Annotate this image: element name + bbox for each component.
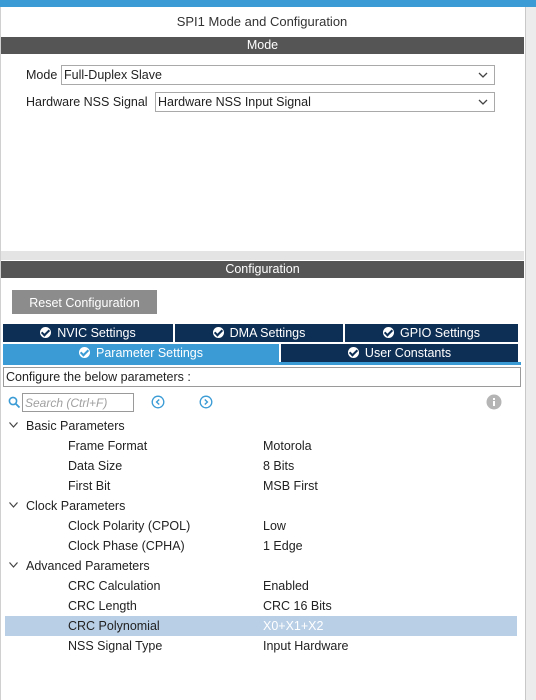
tab-label: NVIC Settings [57, 326, 136, 340]
param-name: CRC Length [68, 599, 137, 613]
group-basic-parameters[interactable]: Basic Parameters [5, 416, 517, 436]
group-clock-parameters[interactable]: Clock Parameters [5, 496, 517, 516]
param-row-crc-polynomial[interactable]: CRC Polynomial X0+X1+X2 [5, 616, 517, 636]
param-row-frame-format[interactable]: Frame Format Motorola [5, 436, 517, 456]
param-row-first-bit[interactable]: First Bit MSB First [5, 476, 517, 496]
chevron-down-icon [9, 562, 18, 568]
param-row-nss-signal-type[interactable]: NSS Signal Type Input Hardware [5, 636, 517, 656]
param-name: Data Size [68, 459, 123, 473]
param-value: Motorola [263, 439, 312, 453]
mode-select-value: Full-Duplex Slave [64, 68, 162, 82]
tab-dma-settings[interactable]: DMA Settings [175, 324, 345, 342]
tab-parameter-settings[interactable]: Parameter Settings [3, 344, 281, 362]
panel-title: SPI1 Mode and Configuration [176, 14, 348, 29]
tab-label: Parameter Settings [96, 346, 203, 360]
param-name: CRC Calculation [68, 579, 161, 593]
prev-circle-icon[interactable] [151, 395, 165, 409]
param-row-clock-phase[interactable]: Clock Phase (CPHA) 1 Edge [5, 536, 517, 556]
param-row-crc-calculation[interactable]: CRC Calculation Enabled [5, 576, 517, 596]
nss-select-value: Hardware NSS Input Signal [158, 95, 311, 109]
tab-underline [3, 362, 521, 365]
mode-section-header: Mode [1, 37, 524, 54]
nss-select[interactable]: Hardware NSS Input Signal [155, 92, 495, 112]
param-value-field[interactable]: X0+X1+X2 [263, 616, 323, 636]
tab-label: GPIO Settings [400, 326, 480, 340]
param-name: CRC Polynomial [68, 619, 160, 633]
configuration-section-header: Configuration [1, 261, 524, 278]
check-circle-icon [347, 347, 359, 358]
param-value: 8 Bits [263, 459, 295, 473]
group-advanced-parameters[interactable]: Advanced Parameters [5, 556, 517, 576]
check-circle-icon [40, 327, 52, 338]
param-name: First Bit [68, 479, 111, 493]
tab-label: User Constants [364, 346, 452, 360]
mode-label: Mode [26, 68, 58, 82]
next-circle-icon[interactable] [199, 395, 213, 409]
check-circle-icon [383, 327, 395, 338]
left-border [0, 7, 1, 700]
chevron-down-icon [478, 72, 488, 78]
param-value: Input Hardware [263, 639, 349, 653]
group-name: Clock Parameters [26, 499, 126, 513]
param-name: NSS Signal Type [68, 639, 163, 653]
param-name: Clock Polarity (CPOL) [68, 519, 191, 533]
param-name: Clock Phase (CPHA) [68, 539, 185, 553]
param-row-clock-polarity[interactable]: Clock Polarity (CPOL) Low [5, 516, 517, 536]
param-value: 1 Edge [263, 539, 303, 553]
chevron-down-icon [9, 502, 18, 508]
section-splitter[interactable] [1, 251, 524, 260]
tab-nvic-settings[interactable]: NVIC Settings [3, 324, 175, 342]
param-value: Enabled [263, 579, 309, 593]
group-name: Advanced Parameters [26, 559, 150, 573]
mode-select[interactable]: Full-Duplex Slave [61, 65, 495, 85]
configure-parameters-caption: Configure the below parameters : [3, 367, 521, 387]
search-icon [8, 396, 21, 409]
group-name: Basic Parameters [26, 419, 125, 433]
param-value: CRC 16 Bits [263, 599, 332, 613]
param-row-data-size[interactable]: Data Size 8 Bits [5, 456, 517, 476]
param-value: Low [263, 519, 286, 533]
chevron-down-icon [9, 422, 18, 428]
reset-configuration-button[interactable]: Reset Configuration [12, 290, 157, 314]
tab-gpio-settings[interactable]: GPIO Settings [345, 324, 518, 342]
check-circle-icon [212, 327, 224, 338]
nss-label: Hardware NSS Signal [26, 95, 148, 109]
param-value: MSB First [263, 479, 318, 493]
info-icon[interactable] [486, 394, 502, 410]
window-top-bar [0, 0, 536, 7]
param-row-crc-length[interactable]: CRC Length CRC 16 Bits [5, 596, 517, 616]
chevron-down-icon [478, 99, 488, 105]
search-input[interactable] [22, 393, 134, 412]
tab-label: DMA Settings [229, 326, 306, 340]
param-name: Frame Format [68, 439, 148, 453]
check-circle-icon [79, 347, 90, 358]
tab-user-constants[interactable]: User Constants [281, 344, 518, 362]
vertical-scrollbar[interactable] [525, 7, 536, 700]
